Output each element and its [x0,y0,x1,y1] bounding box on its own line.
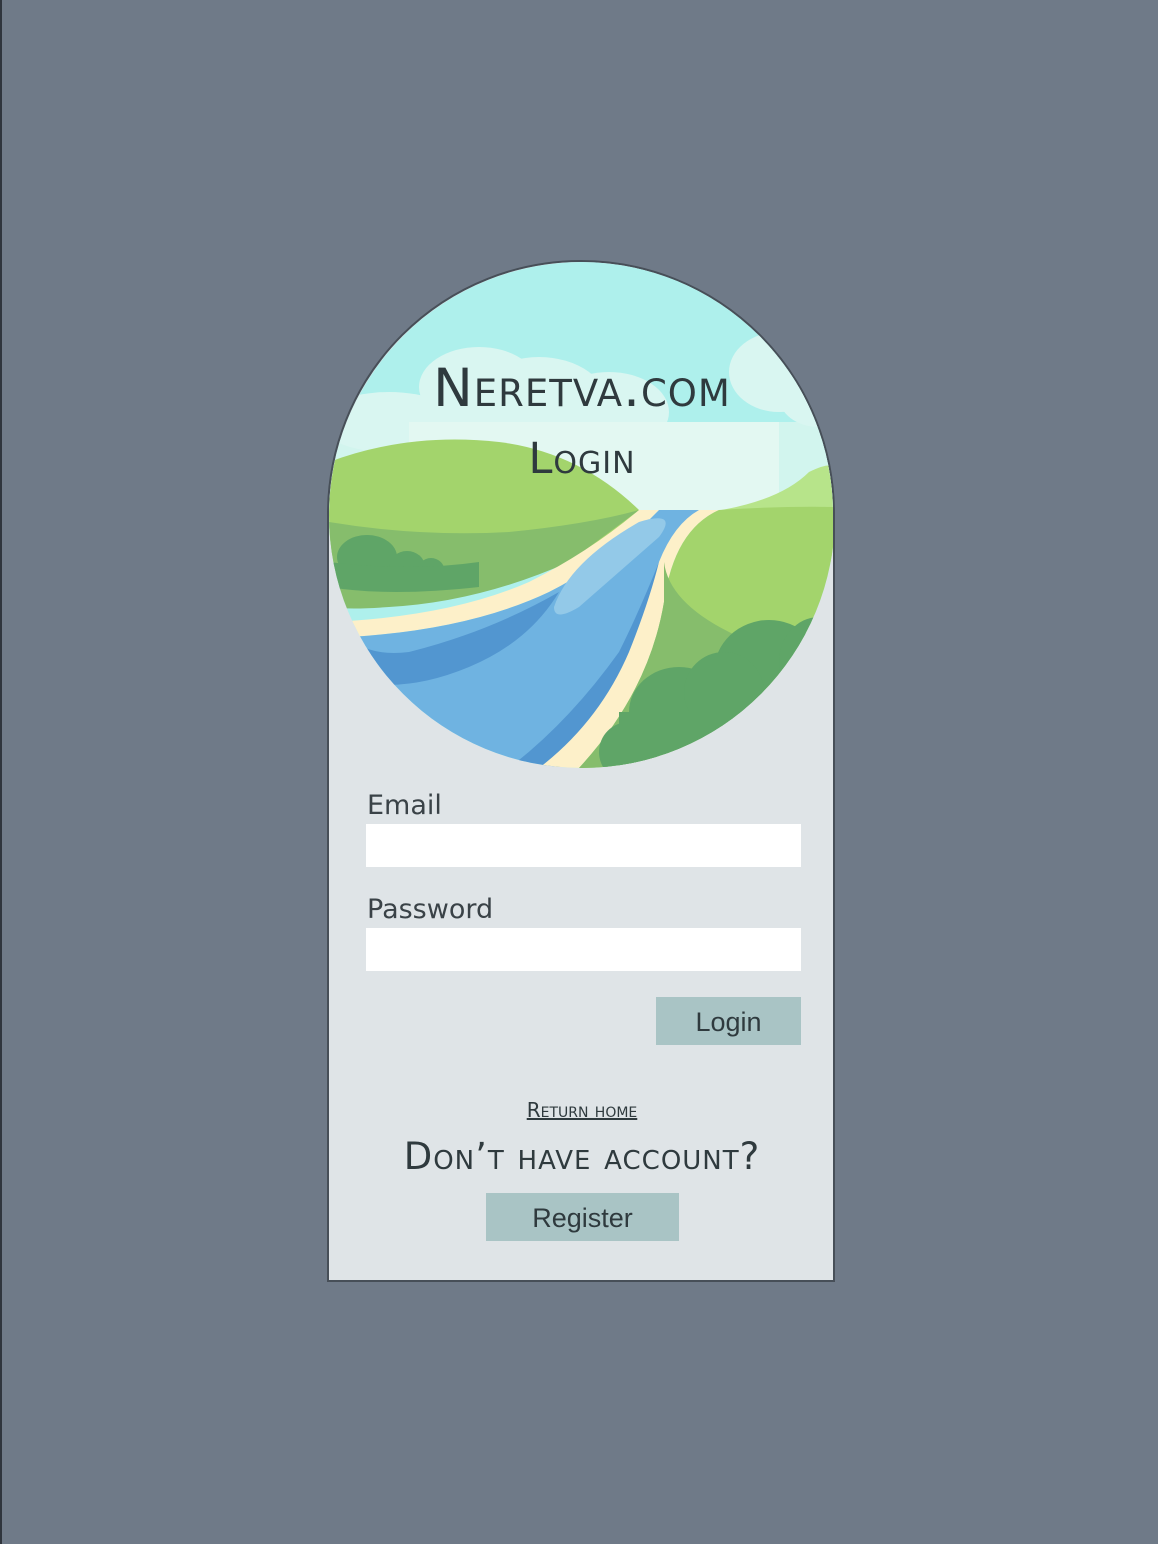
window-edge [0,0,2,1544]
river-landscape-illustration: Neretva.com Login [329,262,833,768]
password-label: Password [367,894,494,925]
email-label: Email [367,790,442,821]
return-home-link[interactable]: Return home [329,1098,833,1122]
login-card: Neretva.com Login Email Password Login R… [327,260,835,1282]
site-title: Neretva.com [433,358,731,419]
login-button[interactable]: Login [656,997,801,1045]
register-button[interactable]: Register [486,1193,679,1241]
landscape-svg [329,262,833,768]
page-heading: Login [528,434,636,484]
password-input[interactable] [366,928,801,971]
no-account-text: Don’t have account? [403,1135,761,1178]
email-input[interactable] [366,824,801,867]
